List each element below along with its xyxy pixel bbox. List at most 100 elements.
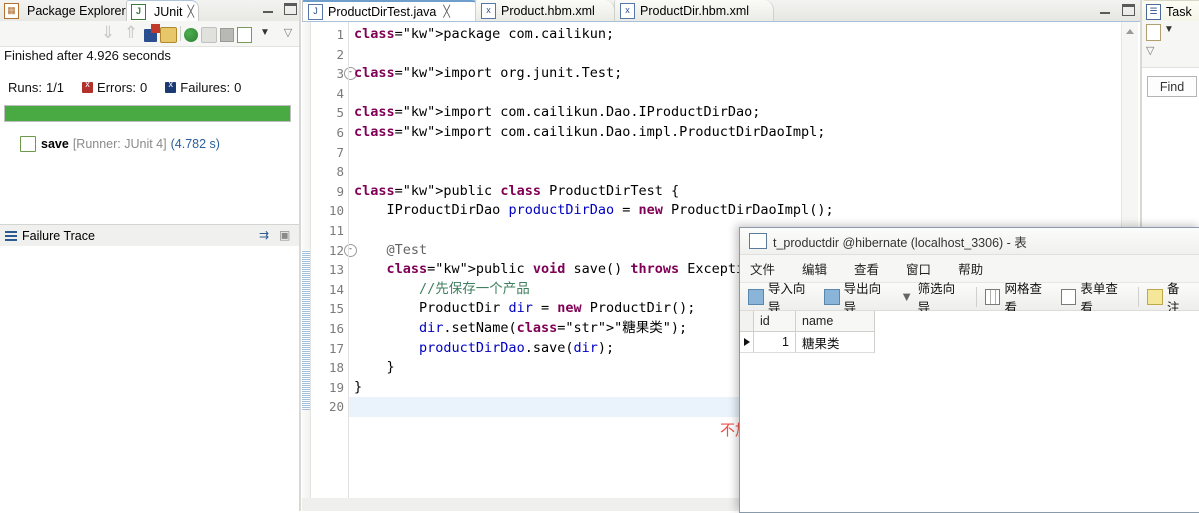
line-number: 15 bbox=[328, 301, 344, 317]
minimize-icon[interactable] bbox=[262, 3, 275, 15]
code-line[interactable] bbox=[349, 45, 1118, 65]
scroll-up-icon[interactable] bbox=[1126, 29, 1134, 34]
menu-file[interactable]: 文件 bbox=[750, 259, 775, 278]
xml-file-icon: x bbox=[620, 2, 635, 19]
test-run-history-icon[interactable] bbox=[237, 26, 252, 43]
line-number: 4 bbox=[336, 85, 344, 101]
line-number: 17 bbox=[328, 340, 344, 356]
db-data-grid[interactable]: id name 1 糖果类 bbox=[740, 311, 1199, 512]
error-square-icon bbox=[82, 79, 94, 93]
rerun-failed-tests-icon[interactable] bbox=[201, 26, 217, 43]
failure-square-icon bbox=[165, 79, 177, 93]
tab-package-explorer[interactable]: ▦ Package Explorer bbox=[0, 0, 130, 21]
junit-status-text: Finished after 4.926 seconds bbox=[4, 48, 171, 63]
database-table-window[interactable]: t_productdir @hibernate (localhost_3306)… bbox=[739, 227, 1199, 513]
rerun-test-icon[interactable] bbox=[184, 27, 198, 42]
tab-task-label: Task bbox=[1166, 4, 1192, 19]
junit-icon: J bbox=[131, 3, 146, 20]
form-view-icon bbox=[1060, 288, 1077, 305]
menu-window[interactable]: 窗口 bbox=[906, 259, 931, 278]
code-line[interactable]: class="kw">package com.cailikun; bbox=[349, 25, 1118, 45]
tab-productdir-hbm-xml-label: ProductDir.hbm.xml bbox=[640, 3, 750, 18]
show-failures-only-icon[interactable] bbox=[144, 23, 160, 42]
package-explorer-icon: ▦ bbox=[4, 2, 19, 19]
form-view-button[interactable]: 表单查看 bbox=[1060, 278, 1127, 316]
column-header-name[interactable]: name bbox=[796, 311, 875, 332]
failures-label: Failures: bbox=[180, 79, 231, 95]
view-menu-icon[interactable]: ▼ bbox=[255, 23, 275, 43]
line-number: 19 bbox=[328, 379, 344, 395]
close-icon[interactable]: ╳ bbox=[443, 5, 450, 18]
grid-view-button[interactable]: 网格查看 bbox=[984, 278, 1051, 316]
table-row[interactable]: 1 糖果类 bbox=[740, 332, 875, 353]
menu-edit[interactable]: 编辑 bbox=[802, 259, 827, 278]
code-line[interactable]: class="kw">public class ProductDirTest { bbox=[349, 182, 1118, 202]
db-toolbar-separator bbox=[975, 286, 977, 307]
code-line[interactable]: class="kw">import com.cailikun.Dao.IProd… bbox=[349, 103, 1118, 123]
tab-product-hbm-xml[interactable]: x Product.hbm.xml bbox=[475, 0, 615, 21]
view-menu-icon[interactable]: ▽ bbox=[1146, 44, 1166, 64]
stop-icon[interactable] bbox=[220, 28, 234, 42]
code-line[interactable]: IProductDirDao productDirDao = new Produ… bbox=[349, 201, 1118, 221]
chevron-down-icon[interactable]: ▼ bbox=[1164, 24, 1184, 44]
tab-task[interactable]: ☰ Task bbox=[1142, 0, 1199, 22]
tab-package-explorer-label: Package Explorer bbox=[27, 3, 126, 18]
minimize-view-icon[interactable]: ▽ bbox=[278, 23, 298, 43]
line-number: 9 bbox=[336, 183, 344, 199]
line-number: 13 bbox=[328, 262, 344, 278]
close-icon[interactable]: ╳ bbox=[187, 5, 194, 18]
filter-wizard-button[interactable]: ▼ 筛选向导 bbox=[900, 278, 964, 316]
cell-id[interactable]: 1 bbox=[754, 332, 796, 353]
tab-product-hbm-xml-label: Product.hbm.xml bbox=[501, 3, 595, 18]
tab-junit[interactable]: J JUnit ╳ bbox=[126, 0, 200, 22]
memo-button[interactable]: 备注 bbox=[1147, 278, 1190, 316]
tab-productdirtest-java[interactable]: J ProductDirTest.java ╳ bbox=[302, 0, 482, 21]
code-line[interactable]: class="kw">import org.junit.Test; bbox=[349, 64, 1118, 84]
code-line[interactable] bbox=[349, 162, 1118, 182]
code-line[interactable] bbox=[349, 84, 1118, 104]
export-wizard-button[interactable]: 导出向导 bbox=[823, 278, 890, 316]
code-line[interactable] bbox=[349, 143, 1118, 163]
line-number: 20 bbox=[328, 399, 344, 415]
menu-help[interactable]: 帮助 bbox=[958, 259, 983, 278]
line-number: 12- bbox=[311, 241, 357, 261]
row-selector-arrow-icon[interactable] bbox=[740, 332, 754, 353]
junit-results-tree[interactable]: save [Runner: JUnit 4] (4.782 s) bbox=[0, 130, 299, 220]
menu-view[interactable]: 查看 bbox=[854, 259, 879, 278]
left-view-tabbar: ▦ Package Explorer J JUnit ╳ bbox=[0, 0, 300, 22]
tab-productdir-hbm-xml[interactable]: x ProductDir.hbm.xml bbox=[614, 0, 774, 21]
lock-scroll-icon[interactable] bbox=[160, 26, 177, 43]
junit-counters: Runs: 1/1 Errors: 0 Failures: 0 bbox=[8, 78, 298, 96]
previous-failure-icon[interactable]: ⇑ bbox=[121, 23, 141, 43]
test-result-row[interactable]: save [Runner: JUnit 4] (4.782 s) bbox=[20, 136, 220, 152]
find-button[interactable]: Find bbox=[1147, 76, 1197, 97]
maximize-icon[interactable] bbox=[283, 3, 297, 15]
compare-results-icon[interactable]: ⇉ bbox=[259, 228, 273, 242]
cell-name[interactable]: 糖果类 bbox=[796, 332, 875, 353]
new-task-icon[interactable] bbox=[1146, 24, 1161, 41]
left-panel-divider[interactable] bbox=[299, 0, 301, 511]
xml-file-icon: x bbox=[481, 2, 496, 19]
minimize-icon[interactable] bbox=[1099, 4, 1112, 16]
import-wizard-label: 导入向导 bbox=[767, 281, 806, 315]
column-header-id[interactable]: id bbox=[754, 311, 796, 332]
test-name: save bbox=[41, 137, 69, 151]
failure-trace-icon bbox=[5, 231, 17, 241]
table-icon bbox=[749, 233, 767, 249]
db-grid-header: id name bbox=[740, 311, 875, 332]
import-wizard-button[interactable]: 导入向导 bbox=[748, 278, 814, 316]
errors-label: Errors: bbox=[97, 79, 137, 95]
change-marker bbox=[302, 250, 310, 410]
code-line[interactable]: class="kw">import com.cailikun.Dao.impl.… bbox=[349, 123, 1118, 143]
toolbar-separator bbox=[180, 25, 181, 41]
grid-view-icon bbox=[984, 288, 1001, 305]
line-number: 14 bbox=[328, 281, 344, 297]
export-wizard-icon bbox=[823, 288, 840, 305]
next-failure-icon[interactable]: ⇓ bbox=[98, 23, 118, 43]
editor-marker-gutter[interactable] bbox=[302, 22, 311, 499]
memo-label: 备注 bbox=[1167, 281, 1180, 315]
maximize-icon[interactable] bbox=[1121, 4, 1135, 16]
maximize-trace-icon[interactable]: ▣ bbox=[279, 228, 293, 242]
left-window-buttons bbox=[262, 3, 297, 15]
junit-toolbar: ⇓ ⇑ ▼ ▽ bbox=[0, 21, 300, 47]
